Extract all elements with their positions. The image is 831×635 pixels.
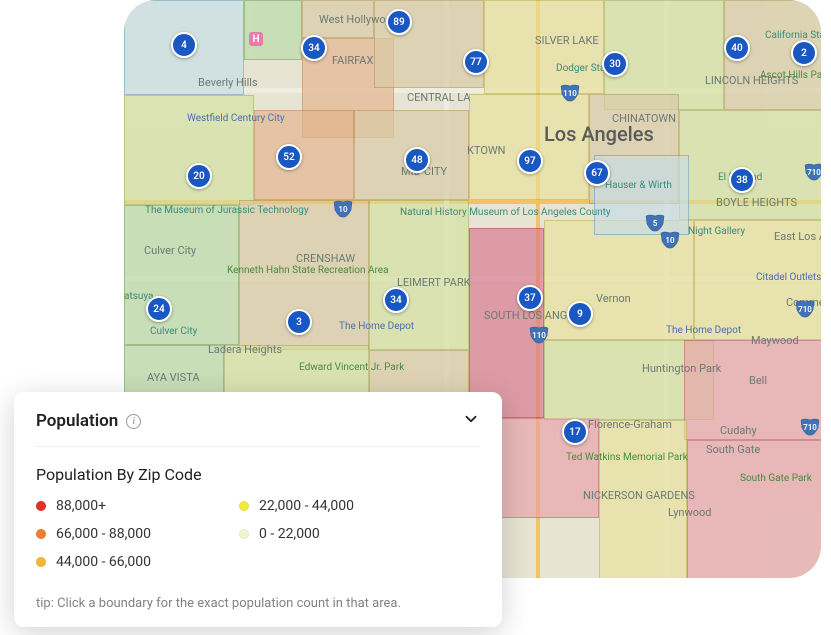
- cluster-marker[interactable]: 37: [517, 285, 543, 311]
- cluster-marker[interactable]: 3: [286, 309, 312, 335]
- legend-swatch-icon: [36, 529, 46, 539]
- legend-item-label: 22,000 - 44,000: [259, 498, 354, 514]
- legend-item-label: 44,000 - 66,000: [56, 554, 151, 570]
- legend-item: 66,000 - 88,000: [36, 526, 151, 542]
- zip-region[interactable]: [599, 420, 687, 578]
- highway-shield-icon: 710: [795, 300, 815, 318]
- legend-swatch-icon: [239, 501, 249, 511]
- zip-region[interactable]: [124, 95, 254, 205]
- hospital-icon: H: [249, 32, 263, 46]
- legend-item: 22,000 - 44,000: [239, 498, 354, 514]
- cluster-marker[interactable]: 77: [463, 49, 489, 75]
- cluster-marker[interactable]: 34: [301, 35, 327, 61]
- legend-item-label: 66,000 - 88,000: [56, 526, 151, 542]
- chevron-down-icon: [462, 413, 480, 432]
- highway-shield-icon: 110: [529, 326, 549, 344]
- cluster-marker[interactable]: 17: [562, 419, 588, 445]
- zip-region[interactable]: [694, 220, 821, 340]
- highway-shield-icon: 10: [660, 231, 680, 249]
- cluster-marker[interactable]: 24: [146, 296, 172, 322]
- cluster-marker[interactable]: 30: [602, 51, 628, 77]
- zip-region[interactable]: [302, 0, 374, 38]
- info-icon[interactable]: i: [126, 414, 141, 429]
- legend-item-label: 88,000+: [56, 498, 106, 514]
- zip-region[interactable]: [679, 110, 821, 220]
- cluster-marker[interactable]: 40: [724, 35, 750, 61]
- legend-panel: Population i Population By Zip Code 88,0…: [14, 392, 502, 627]
- legend-item: 88,000+: [36, 498, 151, 514]
- legend-swatch-icon: [36, 557, 46, 567]
- legend-subtitle: Population By Zip Code: [36, 465, 480, 484]
- zip-region[interactable]: [484, 0, 604, 94]
- cluster-marker[interactable]: 97: [517, 148, 543, 174]
- cluster-marker[interactable]: 2: [791, 40, 817, 66]
- cluster-marker[interactable]: 38: [729, 167, 755, 193]
- zip-region[interactable]: [124, 205, 239, 345]
- cluster-marker[interactable]: 67: [584, 160, 610, 186]
- legend-item: 0 - 22,000: [239, 526, 354, 542]
- legend-header: Population i: [36, 410, 480, 447]
- cluster-marker[interactable]: 52: [276, 144, 302, 170]
- zip-region[interactable]: [469, 228, 544, 418]
- cluster-marker[interactable]: 20: [186, 163, 212, 189]
- zip-region[interactable]: [369, 200, 469, 350]
- cluster-marker[interactable]: 9: [567, 301, 593, 327]
- legend-items: 88,000+ 66,000 - 88,000 44,000 - 66,000 22…: [36, 498, 480, 570]
- highway-shield-icon: 710: [804, 163, 821, 181]
- cluster-marker[interactable]: 48: [404, 147, 430, 173]
- legend-item: 44,000 - 66,000: [36, 554, 151, 570]
- highway-shield-icon: 5: [645, 214, 665, 232]
- highway-shield-icon: 710: [800, 418, 820, 436]
- zip-region[interactable]: [469, 94, 589, 200]
- legend-swatch-icon: [36, 501, 46, 511]
- zip-region[interactable]: [687, 440, 821, 578]
- legend-item-label: 0 - 22,000: [259, 526, 320, 542]
- legend-swatch-icon: [239, 529, 249, 539]
- legend-title: Population: [36, 411, 118, 431]
- zip-region[interactable]: [244, 0, 302, 60]
- cluster-marker[interactable]: 34: [383, 287, 409, 313]
- collapse-button[interactable]: [462, 410, 480, 432]
- cluster-marker[interactable]: 89: [386, 9, 412, 35]
- highway-shield-icon: 10: [333, 200, 353, 218]
- zip-region[interactable]: [254, 110, 354, 200]
- cluster-marker[interactable]: 4: [171, 32, 197, 58]
- highway-shield-icon: 110: [560, 84, 580, 102]
- legend-tip: tip: Click a boundary for the exact popu…: [36, 596, 480, 611]
